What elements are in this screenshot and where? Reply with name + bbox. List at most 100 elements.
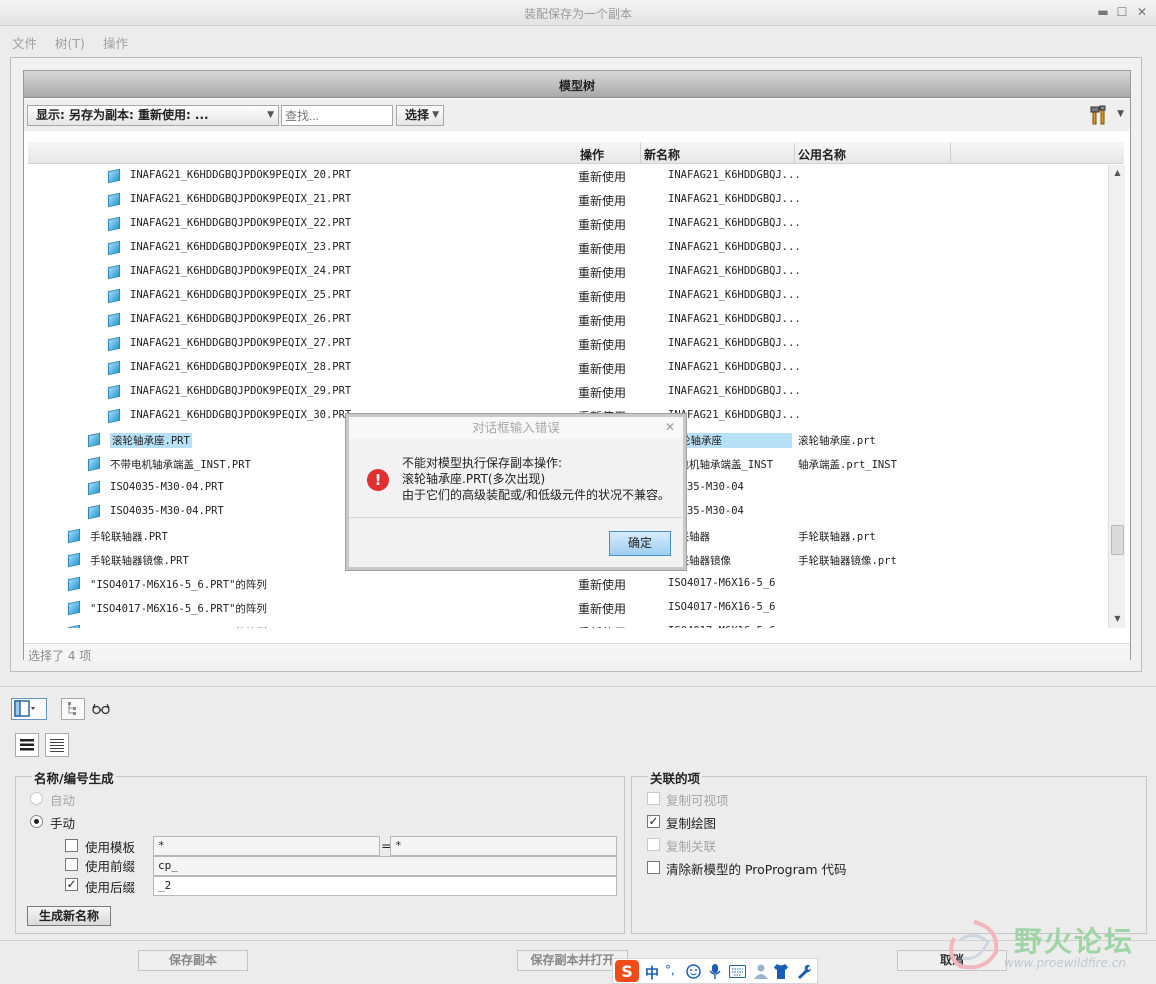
tools-icon[interactable] (1090, 105, 1108, 125)
template-field[interactable]: * (153, 836, 380, 856)
row-new-name[interactable]: INAFAG21_K6HDDGBQJ... (668, 265, 801, 277)
table-row[interactable]: INAFAG21_K6HDDGBQJPDOK9PEQIX_24.PRT 重新使用 I… (28, 260, 1108, 284)
skin-shirt-icon[interactable] (773, 963, 789, 980)
minimize-button[interactable]: ▬ (1094, 4, 1112, 20)
scroll-down-icon[interactable]: ▼ (1110, 611, 1125, 627)
row-operation[interactable]: 重新使用 (578, 192, 626, 209)
row-new-name[interactable]: INAFAG21_K6HDDGBQJ... (668, 361, 801, 373)
use-template-checkbox[interactable] (65, 839, 78, 852)
save-copy-button[interactable]: 保存副本 (138, 950, 248, 971)
table-row[interactable]: "ISO4017-M6X16-5_6.PRT"的阵列 重新使用 ISO4017-M6… (28, 572, 1108, 596)
row-name: 手轮联轴器.PRT (90, 531, 168, 543)
table-row[interactable]: INAFAG21_K6HDDGBQJPDOK9PEQIX_28.PRT 重新使用 I… (28, 356, 1108, 380)
col-new-name[interactable]: 新名称 (644, 146, 680, 163)
select-combo[interactable]: 选择 ▼ (396, 105, 444, 126)
table-row[interactable]: INAFAG21_K6HDDGBQJPDOK9PEQIX_21.PRT 重新使用 I… (28, 188, 1108, 212)
use-suffix-checkbox[interactable]: ✓ (65, 878, 78, 891)
row-new-name[interactable]: INAFAG21_K6HDDGBQJ... (668, 289, 801, 301)
row-new-name[interactable]: INAFAG21_K6HDDGBQJ... (668, 409, 801, 421)
sogou-logo-icon[interactable]: S (615, 960, 639, 982)
row-new-name[interactable]: 轮轴承座 (668, 433, 792, 448)
simple-view-button[interactable] (45, 733, 69, 757)
part-icon (108, 168, 120, 184)
row-operation[interactable]: 重新使用 (578, 576, 626, 593)
row-new-name[interactable]: INAFAG21_K6HDDGBQJ... (668, 217, 801, 229)
part-icon (108, 360, 120, 376)
row-operation[interactable]: 重新使用 (578, 168, 626, 185)
layout-toggle-button[interactable] (11, 698, 47, 720)
table-row[interactable]: INAFAG21_K6HDDGBQJPDOK9PEQIX_23.PRT 重新使用 I… (28, 236, 1108, 260)
ime-language[interactable]: 中 (645, 963, 659, 983)
generate-name-button[interactable]: 生成新名称 (27, 906, 111, 926)
col-common-name[interactable]: 公用名称 (798, 146, 846, 163)
table-row[interactable]: INAFAG21_K6HDDGBQJPDOK9PEQIX_26.PRT 重新使用 I… (28, 308, 1108, 332)
tree-structure-button[interactable] (61, 698, 85, 720)
part-icon (108, 264, 120, 280)
row-new-name[interactable]: INAFAG21_K6HDDGBQJ... (668, 169, 801, 181)
tools-menu-chevron-icon[interactable]: ▼ (1117, 109, 1124, 119)
emoji-icon[interactable] (686, 964, 701, 979)
wrench-icon[interactable] (795, 963, 812, 980)
row-operation[interactable]: 重新使用 (578, 264, 626, 281)
detail-view-button[interactable] (15, 733, 39, 757)
row-operation[interactable]: 重新使用 (578, 336, 626, 353)
row-new-name[interactable]: INAFAG21_K6HDDGBQJ... (668, 385, 801, 397)
glasses-icon[interactable] (92, 703, 110, 715)
keyboard-icon[interactable] (729, 965, 746, 978)
col-operation[interactable]: 操作 (580, 146, 604, 163)
row-new-name[interactable]: ISO4017-M6X16-5_6 (668, 601, 775, 613)
copy-drawings-checkbox[interactable]: ✓ (647, 815, 660, 828)
row-operation[interactable]: 重新使用 (578, 360, 626, 377)
close-window-button[interactable]: ✕ (1133, 4, 1151, 20)
table-row[interactable]: INAFAG21_K6HDDGBQJPDOK9PEQIX_25.PRT 重新使用 I… (28, 284, 1108, 308)
vertical-scrollbar[interactable]: ▲ ▼ (1108, 165, 1125, 628)
display-filter-combo[interactable]: 显示: 另存为副本: 重新使用: ... ▼ (27, 105, 279, 126)
table-row[interactable]: INAFAG21_K6HDDGBQJPDOK9PEQIX_22.PRT 重新使用 I… (28, 212, 1108, 236)
menu-tree[interactable]: 树(T) (55, 33, 85, 52)
copy-relations-checkbox[interactable] (647, 838, 660, 851)
microphone-icon[interactable] (709, 963, 721, 980)
row-operation[interactable]: 重新使用 (578, 288, 626, 305)
divider (0, 686, 1156, 687)
table-row[interactable]: "ISO4017-M6X16-5_6.PRT"的阵列 重新使用 ISO4017-M6… (28, 596, 1108, 620)
user-icon[interactable] (753, 963, 769, 980)
clear-proprogram-checkbox[interactable] (647, 861, 660, 874)
find-input[interactable] (281, 105, 393, 126)
template-field-2[interactable]: * (390, 836, 617, 856)
row-new-name[interactable]: ISO4017-M6X16-5_6 (668, 577, 775, 589)
scroll-thumb[interactable] (1111, 525, 1124, 555)
prefix-field[interactable]: cp_ (153, 856, 617, 876)
suffix-field[interactable]: _2 (153, 876, 617, 896)
ime-punctuation[interactable]: °, (665, 963, 675, 977)
scroll-up-icon[interactable]: ▲ (1110, 165, 1125, 181)
row-operation[interactable]: 重新使用 (578, 600, 626, 617)
display-filter-label: 显示: 另存为副本: 重新使用: ... (36, 108, 209, 122)
row-new-name[interactable]: INAFAG21_K6HDDGBQJ... (668, 193, 801, 205)
menu-operations[interactable]: 操作 (103, 33, 128, 52)
table-row[interactable]: "ISO4017-M6X16-5_6.PRT"的阵列 重新使用 ISO4017-M6… (28, 620, 1108, 628)
use-prefix-checkbox[interactable] (65, 858, 78, 871)
row-operation[interactable]: 重新使用 (578, 312, 626, 329)
row-operation[interactable]: 重新使用 (578, 216, 626, 233)
row-operation[interactable]: 重新使用 (578, 624, 626, 628)
menu-file[interactable]: 文件 (12, 33, 37, 52)
row-new-name[interactable]: ISO4017-M6X16-5_6 (668, 625, 775, 628)
maximize-button[interactable]: ☐ (1113, 4, 1131, 20)
part-icon (68, 528, 80, 544)
table-row[interactable]: INAFAG21_K6HDDGBQJPDOK9PEQIX_27.PRT 重新使用 I… (28, 332, 1108, 356)
auto-radio[interactable] (30, 792, 43, 805)
manual-radio[interactable] (30, 815, 43, 828)
dialog-close-icon[interactable]: ✕ (665, 420, 675, 434)
row-operation[interactable]: 重新使用 (578, 240, 626, 257)
dialog-ok-button[interactable]: 确定 (609, 531, 671, 556)
row-new-name[interactable]: INAFAG21_K6HDDGBQJ... (668, 337, 801, 349)
table-row[interactable]: INAFAG21_K6HDDGBQJPDOK9PEQIX_20.PRT 重新使用 I… (28, 165, 1108, 188)
menu-bar: 文件 树(T) 操作 (0, 26, 1156, 54)
row-new-name[interactable]: INAFAG21_K6HDDGBQJ... (668, 313, 801, 325)
part-icon (108, 192, 120, 208)
table-row[interactable]: INAFAG21_K6HDDGBQJPDOK9PEQIX_29.PRT 重新使用 I… (28, 380, 1108, 404)
copy-views-checkbox[interactable] (647, 792, 660, 805)
row-operation[interactable]: 重新使用 (578, 384, 626, 401)
row-new-name[interactable]: INAFAG21_K6HDDGBQJ... (668, 241, 801, 253)
row-name: INAFAG21_K6HDDGBQJPDOK9PEQIX_27.PRT (130, 337, 352, 349)
